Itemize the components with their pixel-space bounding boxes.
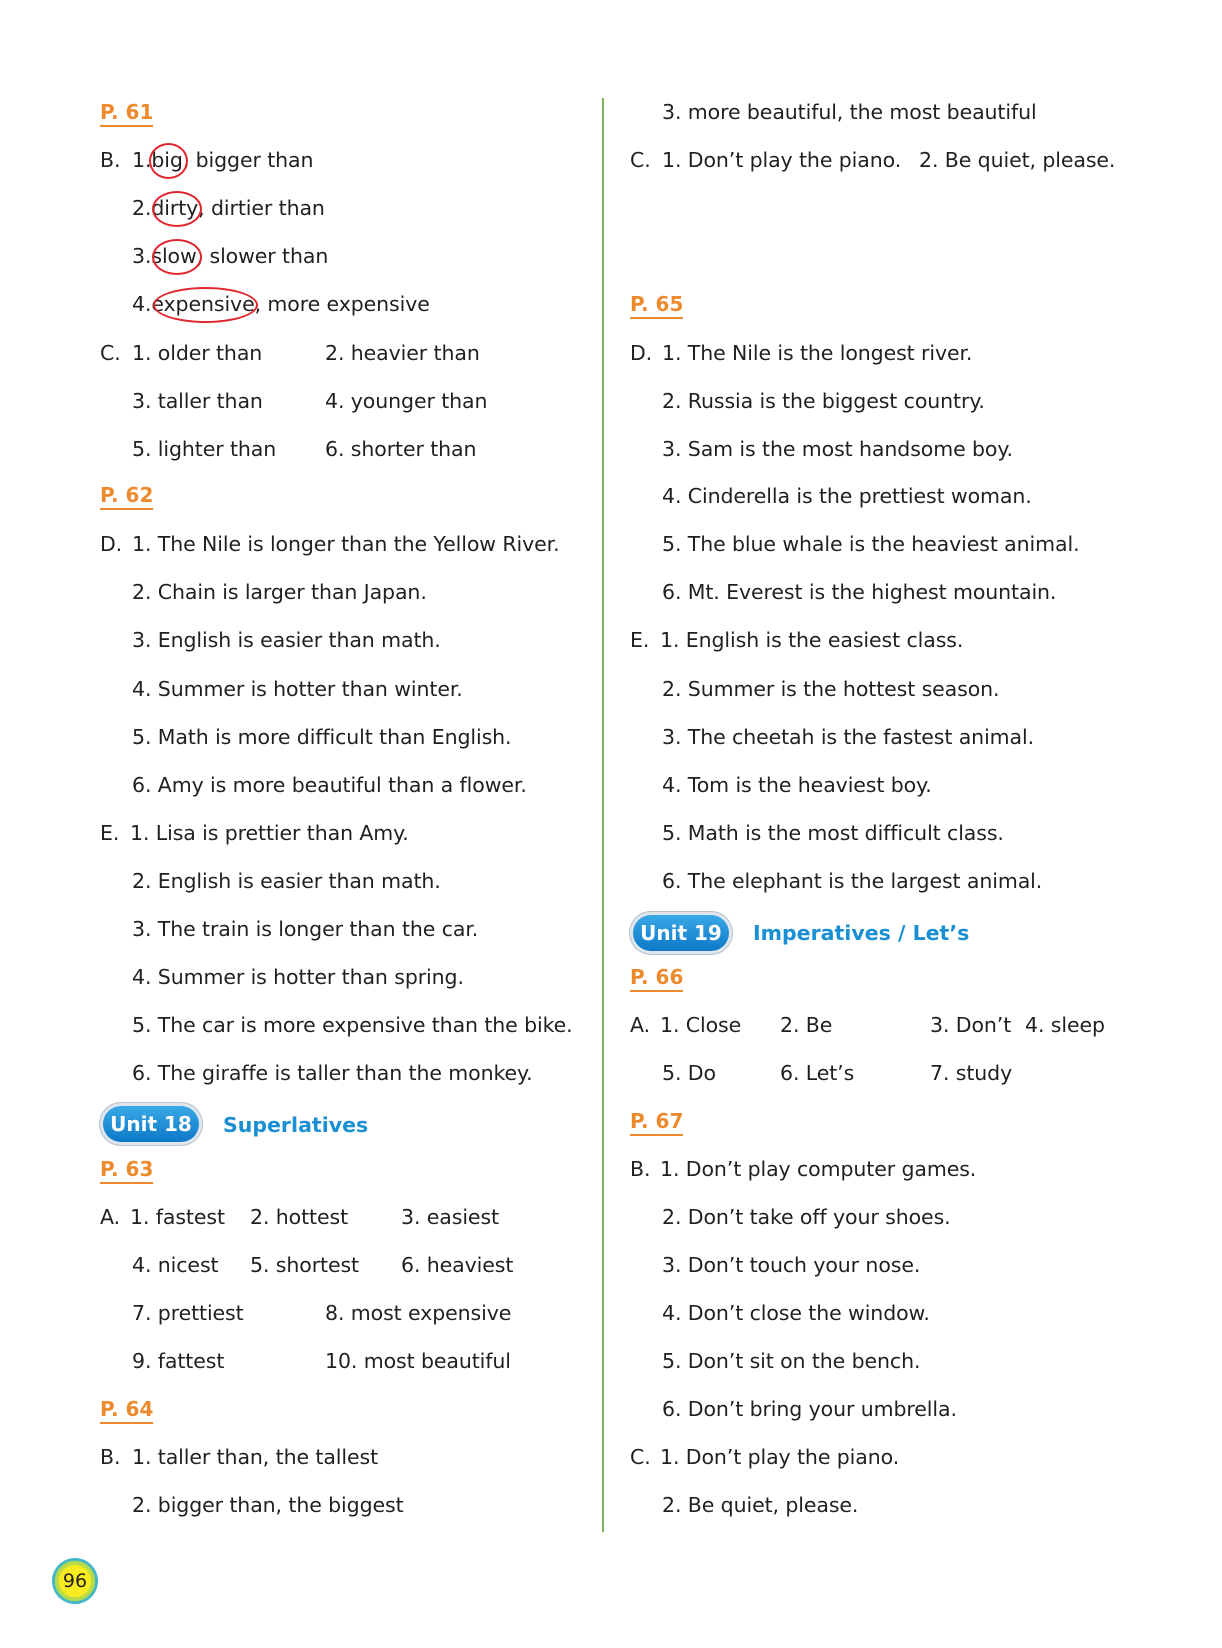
answer-item: 3. easiest <box>401 1205 499 1229</box>
answer-item: 2. hottest <box>250 1205 349 1229</box>
answer-item: 1. Lisa is prettier than Amy. <box>130 821 409 845</box>
red-circle-mark <box>149 143 188 179</box>
answer-item: 2. Summer is the hottest season. <box>662 677 1000 701</box>
answer-item: 5. Do <box>662 1061 716 1085</box>
answer-item: 6. Mt. Everest is the highest mountain. <box>662 580 1057 604</box>
unit-title: Superlatives <box>223 1113 369 1137</box>
section-label-a: A. <box>630 1013 650 1037</box>
answer-item: 5. Math is more difficult than English. <box>132 725 512 749</box>
section-label-c: C. <box>630 148 651 172</box>
answer-item: 7. study <box>930 1061 1013 1085</box>
answer-item: 5. Don’t sit on the bench. <box>662 1349 921 1373</box>
answer-item: 3. Don’t touch your nose. <box>662 1253 921 1277</box>
answer-item: 1. Close <box>660 1013 742 1037</box>
answer-item: 1. Don’t play the piano. <box>660 1445 900 1469</box>
answer-item: 1. Don’t play the piano. <box>662 148 902 172</box>
answer-item: 1. The Nile is the longest river. <box>662 341 973 365</box>
section-label-c: C. <box>100 341 121 365</box>
answer-item: 2. heavier than <box>325 341 480 365</box>
page-ref-p62: P. 62 <box>100 482 154 510</box>
answer-item: 1. fastest <box>130 1205 225 1229</box>
answer-item: 3. Don’t <box>930 1013 1012 1037</box>
page-ref-p61: P. 61 <box>100 99 154 127</box>
answer-item: 3. English is easier than math. <box>132 628 441 652</box>
answer-item: 4. sleep <box>1025 1013 1105 1037</box>
answer-item: 6. The giraffe is taller than the monkey… <box>132 1061 533 1085</box>
section-label-d: D. <box>630 341 653 365</box>
answer-item: 4. Summer is hotter than spring. <box>132 965 464 989</box>
column-divider <box>602 98 604 1532</box>
section-label-a: A. <box>100 1205 120 1229</box>
answer-item: 3. more beautiful, the most beautiful <box>662 100 1037 124</box>
answer-item: 3. The train is longer than the car. <box>132 917 479 941</box>
answer-item: 1. Don’t play computer games. <box>660 1157 977 1181</box>
answer-item: 1. taller than, the tallest <box>132 1445 379 1469</box>
answer-item: 6. Let’s <box>780 1061 855 1085</box>
answer-item: 6. shorter than <box>325 437 477 461</box>
answer-item: 6. Don’t bring your umbrella. <box>662 1397 957 1421</box>
answer-item: 4. younger than <box>325 389 488 413</box>
answer-item: 6. heaviest <box>401 1253 514 1277</box>
page-ref-p65: P. 65 <box>630 291 684 319</box>
section-label-c: C. <box>630 1445 651 1469</box>
answer-item: 2. Chain is larger than Japan. <box>132 580 427 604</box>
answer-item: 2. Don’t take off your shoes. <box>662 1205 951 1229</box>
answer-item: 8. most expensive <box>325 1301 512 1325</box>
answer-item: 2. Be quiet, please. <box>919 148 1116 172</box>
answer-item: 3. Sam is the most handsome boy. <box>662 437 1013 461</box>
answer-item: 7. prettiest <box>132 1301 244 1325</box>
section-label-d: D. <box>100 532 123 556</box>
red-circle-mark <box>152 191 202 227</box>
section-label-b: B. <box>630 1157 651 1181</box>
page-number-badge: 96 <box>52 1558 98 1604</box>
answer-item: 4. Summer is hotter than winter. <box>132 677 463 701</box>
answer-item: 6. Amy is more beautiful than a flower. <box>132 773 527 797</box>
section-label-e: E. <box>100 821 120 845</box>
answer-item: 2. Russia is the biggest country. <box>662 389 985 413</box>
answer-item: 2. Be <box>780 1013 833 1037</box>
unit-badge: Unit 18 <box>103 1106 199 1142</box>
answer-item: 3. The cheetah is the fastest animal. <box>662 725 1035 749</box>
answer-item: 2. bigger than, the biggest <box>132 1493 404 1517</box>
answer-item: 4. nicest <box>132 1253 219 1277</box>
answer-item: 1. English is the easiest class. <box>660 628 964 652</box>
section-label-e: E. <box>630 628 650 652</box>
answer-item: 4. Tom is the heaviest boy. <box>662 773 932 797</box>
answer-item: 5. The car is more expensive than the bi… <box>132 1013 573 1037</box>
answer-item: 5. The blue whale is the heaviest animal… <box>662 532 1080 556</box>
unit-badge: Unit 19 <box>633 915 729 951</box>
page-ref-p66: P. 66 <box>630 964 684 992</box>
answer-item: 3. taller than <box>132 389 263 413</box>
answer-item: 4. Cinderella is the prettiest woman. <box>662 484 1032 508</box>
red-circle-mark <box>153 287 258 323</box>
section-label-b: B. <box>100 148 121 172</box>
answer-item: 5. lighter than <box>132 437 277 461</box>
unit-title: Imperatives / Let’s <box>753 921 970 945</box>
section-label-b: B. <box>100 1445 121 1469</box>
answer-item: 2. Be quiet, please. <box>662 1493 859 1517</box>
answer-item: 10. most beautiful <box>325 1349 511 1373</box>
answer-item: 2. English is easier than math. <box>132 869 441 893</box>
answer-item: 1. older than <box>132 341 263 365</box>
page-ref-p67: P. 67 <box>630 1108 684 1136</box>
answer-item: 4. Don’t close the window. <box>662 1301 930 1325</box>
red-circle-mark <box>152 239 202 275</box>
answer-item: 6. The elephant is the largest animal. <box>662 869 1043 893</box>
answer-item: 5. Math is the most difficult class. <box>662 821 1004 845</box>
page-ref-p64: P. 64 <box>100 1396 154 1424</box>
answer-item: 1. The Nile is longer than the Yellow Ri… <box>132 532 560 556</box>
answer-item: 9. fattest <box>132 1349 225 1373</box>
page-ref-p63: P. 63 <box>100 1156 154 1184</box>
answer-item: 5. shortest <box>250 1253 359 1277</box>
